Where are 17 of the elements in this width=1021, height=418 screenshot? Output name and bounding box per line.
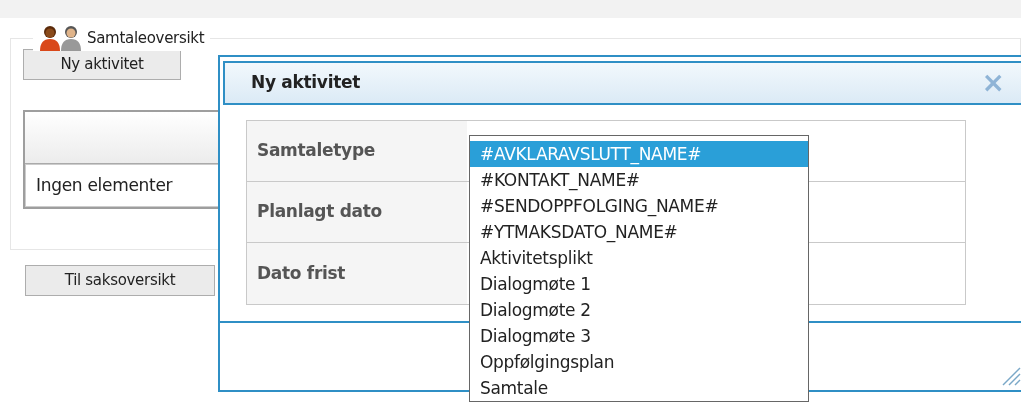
new-activity-button[interactable]: Ny aktivitet [23, 49, 181, 80]
dropdown-option[interactable]: Samtale [470, 375, 808, 401]
field-label: Planlagt dato [247, 182, 467, 242]
back-button[interactable]: Til saksoversikt [25, 265, 215, 296]
dropdown-option[interactable]: Dialogmøte 1 [470, 271, 808, 297]
dropdown-option[interactable]: #KONTAKT_NAME# [470, 167, 808, 193]
dropdown-option[interactable]: Aktivitetsplikt [470, 245, 808, 271]
dialog-title: Ny aktivitet [251, 71, 361, 95]
dropdown-option[interactable]: #SENDOPPFOLGING_NAME# [470, 193, 808, 219]
dropdown-option[interactable]: Dialogmøte 3 [470, 323, 808, 349]
section-title: Samtaleoversikt [87, 27, 205, 49]
dropdown-option[interactable]: #YTMAKSDATO_NAME# [470, 219, 808, 245]
people-icon [39, 25, 83, 51]
field-label: Samtaletype [247, 121, 467, 181]
dropdown-option[interactable]: Dialogmøte 2 [470, 297, 808, 323]
dropdown-option[interactable]: Oppfølgingsplan [470, 349, 808, 375]
field-label: Dato frist [247, 243, 467, 304]
